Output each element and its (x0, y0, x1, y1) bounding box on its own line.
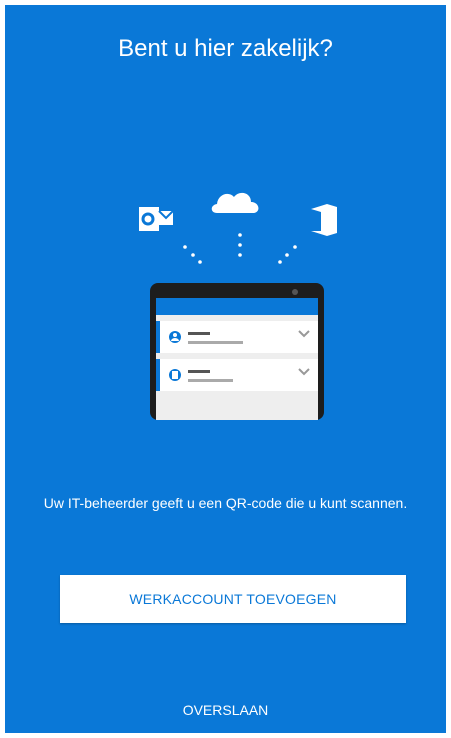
qr-instruction-text: Uw IT-beheerder geeft u een QR-code die … (43, 495, 408, 511)
add-work-account-button[interactable]: WERKACCOUNT TOEVOEGEN (60, 575, 406, 623)
skip-button[interactable]: OVERSLAAN (5, 702, 446, 718)
onedrive-cloud-icon (211, 192, 259, 213)
outlook-icon (139, 207, 174, 231)
tablet-graphic (150, 283, 324, 420)
office-icon (311, 204, 337, 236)
onboarding-screen: Bent u hier zakelijk? Uw IT-beheerder ge… (5, 5, 446, 733)
work-account-illustration (139, 192, 337, 420)
page-title: Bent u hier zakelijk? (118, 35, 333, 62)
connection-dots (183, 233, 297, 264)
